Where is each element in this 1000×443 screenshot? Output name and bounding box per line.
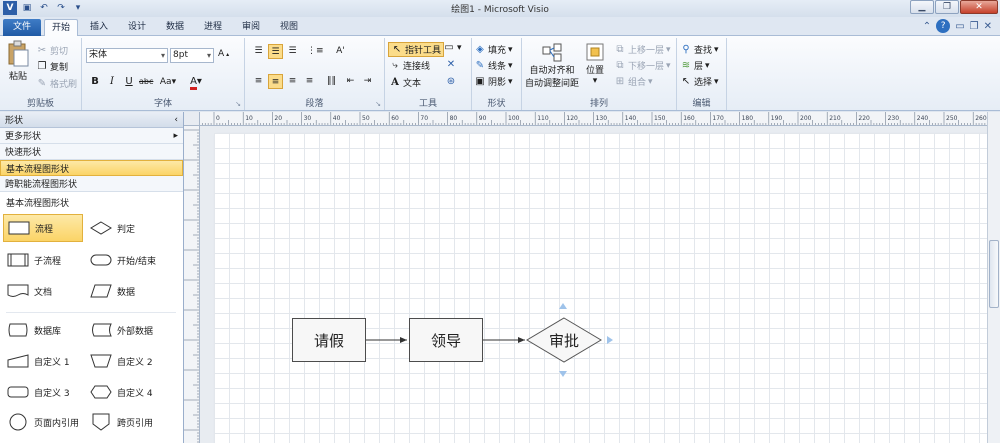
flow-box-leave-request[interactable]: 请假 (292, 318, 366, 362)
decision-label: 审批 (548, 331, 579, 350)
vertical-scrollbar[interactable] (987, 112, 1000, 443)
flow-box-leader[interactable]: 领导 (409, 318, 483, 362)
connection-handle-bottom[interactable] (559, 371, 567, 377)
scrollbar-thumb[interactable] (989, 240, 999, 308)
connection-handle-top[interactable] (559, 303, 567, 309)
connector-layer (366, 303, 613, 377)
connection-handle-right[interactable] (607, 336, 613, 344)
